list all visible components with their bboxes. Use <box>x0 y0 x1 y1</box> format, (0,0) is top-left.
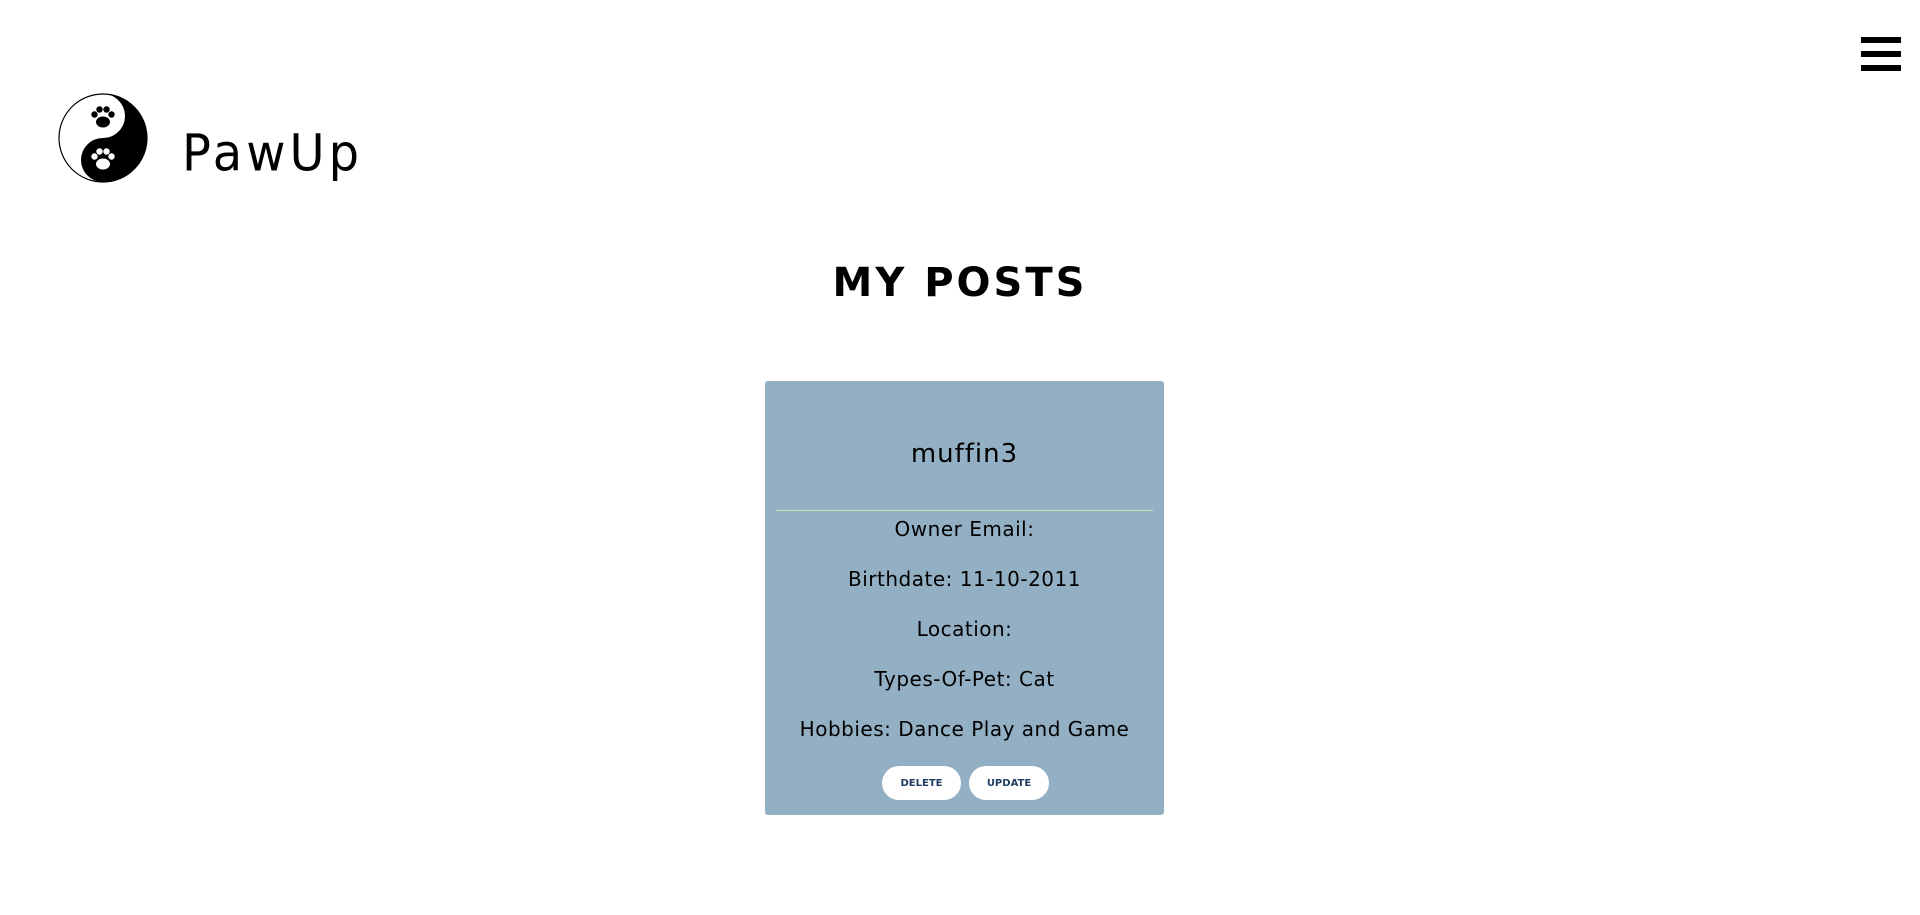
menu-bar <box>1861 65 1901 71</box>
hobbies-label: Hobbies: <box>799 717 899 741</box>
update-button[interactable]: UPDATE <box>969 766 1049 800</box>
yin-yang-paw-logo-icon[interactable] <box>58 93 148 183</box>
birthdate-row: Birthdate: 11-10-2011 <box>765 565 1164 593</box>
brand-name[interactable]: PawUp <box>182 120 363 187</box>
owner-email-label: Owner Email: <box>894 517 1035 541</box>
post-card: muffin3 Owner Email: Birthdate: 11-10-20… <box>765 381 1164 815</box>
pet-type-label: Types-Of-Pet: <box>874 667 1020 691</box>
location-row: Location: <box>765 615 1164 643</box>
divider <box>776 510 1153 511</box>
owner-email-row: Owner Email: <box>765 515 1164 543</box>
page-title: MY POSTS <box>832 260 1088 306</box>
menu-bar <box>1861 37 1901 43</box>
pet-type-value: Cat <box>1019 667 1055 691</box>
hobbies-row: Hobbies: Dance Play and Game <box>765 715 1164 743</box>
birthdate-label: Birthdate: <box>848 567 960 591</box>
location-label: Location: <box>916 617 1013 641</box>
delete-button[interactable]: DELETE <box>882 766 961 800</box>
menu-bar <box>1861 51 1901 57</box>
hobbies-value: Dance Play and Game <box>898 717 1130 741</box>
hamburger-menu-icon[interactable] <box>1861 37 1901 75</box>
birthdate-value: 11-10-2011 <box>959 567 1081 591</box>
pet-type-row: Types-Of-Pet: Cat <box>765 665 1164 693</box>
pet-name: muffin3 <box>910 439 1019 469</box>
